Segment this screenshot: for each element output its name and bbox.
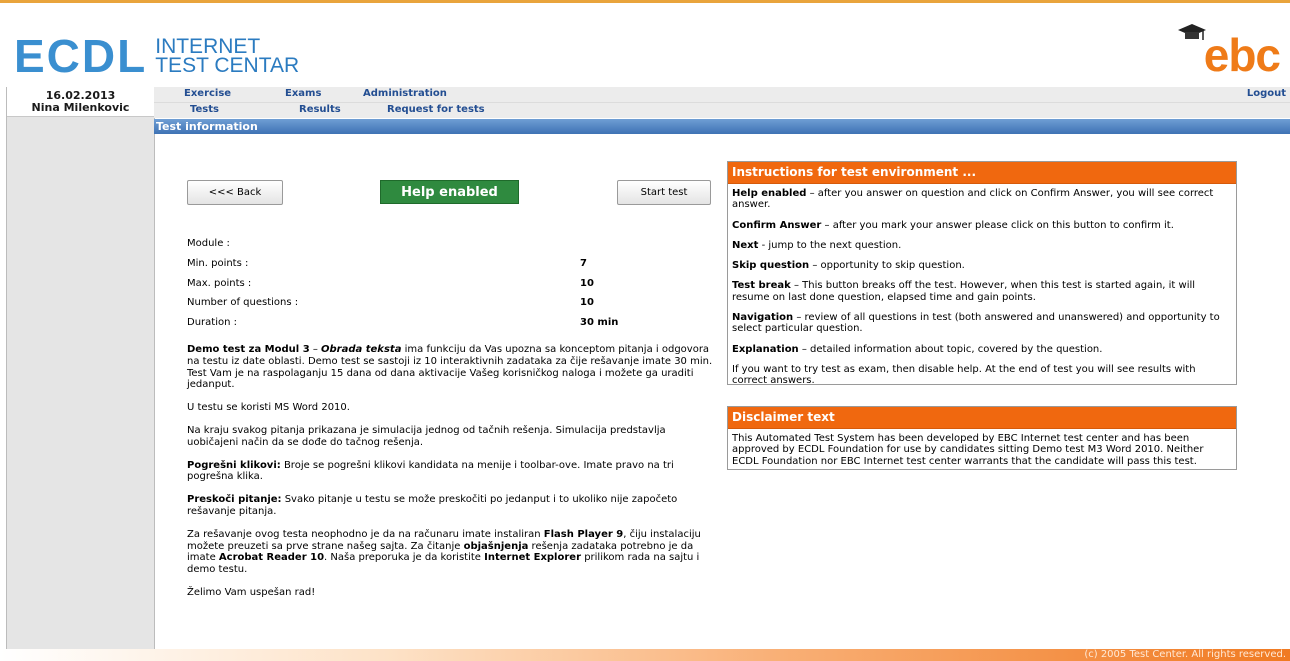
ecdl-logo-letters: ECDL [14,30,148,82]
test-description: Demo test za Modul 3 – Obrada teksta ima… [187,344,715,610]
desc-paragraph-requirements: Za rešavanje ovog testa neophodno je da … [187,529,715,576]
sub-nav: Tests Results Request for tests [154,103,1290,118]
instruction-term: Navigation [732,312,794,324]
page-footer: (c) 2005 Test Center. All rights reserve… [0,649,1290,661]
left-sidebar: 16.02.2013 Nina Milenkovic [6,87,155,661]
info-label-max-points: Max. points : [187,278,252,289]
back-button[interactable]: <<< Back [187,180,283,205]
nav-administration[interactable]: Administration [363,88,447,99]
instruction-term: Next [732,239,759,251]
instructions-title: Instructions for test environment ... [728,162,1236,184]
instruction-text: – review of all questions in test (both … [732,312,1220,335]
disclaimer-title: Disclaimer text [728,407,1236,429]
info-value-min-points: 7 [580,258,587,269]
main-nav: Exercise Exams Administration Logout [154,87,1290,103]
instruction-term: Test break [732,280,791,292]
desc-paragraph-word: U testu se koristi MS Word 2010. [187,402,350,414]
desc-bold: Demo test za Modul 3 [187,344,310,355]
desc-paragraph-closing: Želimo Vam uspešan rad! [187,586,316,598]
info-value-max-points: 10 [580,278,594,289]
instruction-item: Explanation – detailed information about… [732,344,1232,355]
help-enabled-button[interactable]: Help enabled [380,180,519,204]
graduation-cap-icon [1178,24,1206,40]
info-label-duration: Duration : [187,317,237,328]
desc-bold: Pogrešni klikovi: [187,459,281,471]
desc-paragraph-simulation: Na kraju svakog pitanja prikazana je sim… [187,424,666,448]
instruction-item: Navigation – review of all questions in … [732,312,1232,335]
copyright-text: (c) 2005 Test Center. All rights reserve… [1084,649,1286,660]
info-label-questions: Number of questions : [187,297,299,308]
instruction-footer: If you want to try test as exam, then di… [732,363,1196,387]
desc-bold-italic: Obrada teksta [321,344,402,355]
nav-request-for-tests[interactable]: Request for tests [387,104,485,115]
desc-bold: Preskoči pitanje: [187,494,282,506]
instructions-panel: Instructions for test environment ... He… [727,161,1237,386]
info-value-questions: 10 [580,297,594,308]
section-title: Test information [156,120,258,133]
ebc-logo-text: ebc [1203,29,1281,81]
instruction-item: Test break – This button breaks off the … [732,280,1232,303]
desc-bold: Acrobat Reader 10 [218,552,325,564]
instruction-text: – after you mark your answer please clic… [821,219,1174,231]
instruction-text: - jump to the next question. [758,239,902,251]
desc-paragraph-intro: Demo test za Modul 3 – Obrada teksta ima… [187,344,715,391]
instruction-term: Skip question [732,260,810,272]
instruction-text: – detailed information about topic, cove… [798,343,1103,355]
instruction-text: – opportunity to skip question. [809,260,965,272]
user-info: 16.02.2013 Nina Milenkovic [7,87,154,117]
instruction-item: Next - jump to the next question. [732,240,1232,251]
instruction-text: – This button breaks off the test. Howev… [732,280,1196,303]
ecdl-logo-subtitle: INTERNET TEST CENTAR [155,36,300,77]
desc-text: . Naša preporuka je da koristite [324,552,485,564]
ebc-logo: ebc [1160,24,1281,81]
desc-paragraph-wrong-clicks: Pogrešni klikovi: Broje se pogrešni klik… [187,460,715,484]
top-accent-bar [0,0,1290,3]
instruction-term: Explanation [732,343,799,355]
desc-paragraph-skip: Preskoči pitanje: Svako pitanje u testu … [187,494,715,518]
instruction-item: Skip question – opportunity to skip ques… [732,260,1232,271]
instructions-body: Help enabled – after you answer on quest… [728,184,1236,398]
desc-bold: objašnjenja [463,540,529,552]
nav-exams[interactable]: Exams [285,88,321,99]
instruction-term: Help enabled [732,188,807,199]
nav-exercise[interactable]: Exercise [184,88,231,99]
user-name: Nina Milenkovic [31,101,130,114]
instruction-term: Confirm Answer [732,219,822,231]
desc-bold: Internet Explorer [484,552,582,564]
desc-bold: Flash Player 9 [543,528,624,540]
ecdl-logo: ECDL INTERNET TEST CENTAR [14,30,300,82]
disclaimer-panel: Disclaimer text This Automated Test Syst… [727,406,1237,470]
instruction-item: Confirm Answer – after you mark your ans… [732,220,1232,231]
start-test-button[interactable]: Start test [617,180,711,205]
logo-sub-line2: TEST CENTAR [155,54,300,77]
nav-tests[interactable]: Tests [190,104,219,115]
info-value-duration: 30 min [580,317,619,328]
info-label-module: Module : [187,238,230,249]
info-label-min-points: Min. points : [187,258,249,269]
nav-results[interactable]: Results [299,104,341,115]
disclaimer-text: This Automated Test System has been deve… [732,433,1204,467]
instruction-item: Help enabled – after you answer on quest… [732,188,1232,211]
desc-text: – [309,344,322,355]
desc-text: Za rešavanje ovog testa neophodno je da … [187,528,544,540]
logout-link[interactable]: Logout [1247,88,1286,99]
section-title-bar: Test information [154,119,1290,134]
